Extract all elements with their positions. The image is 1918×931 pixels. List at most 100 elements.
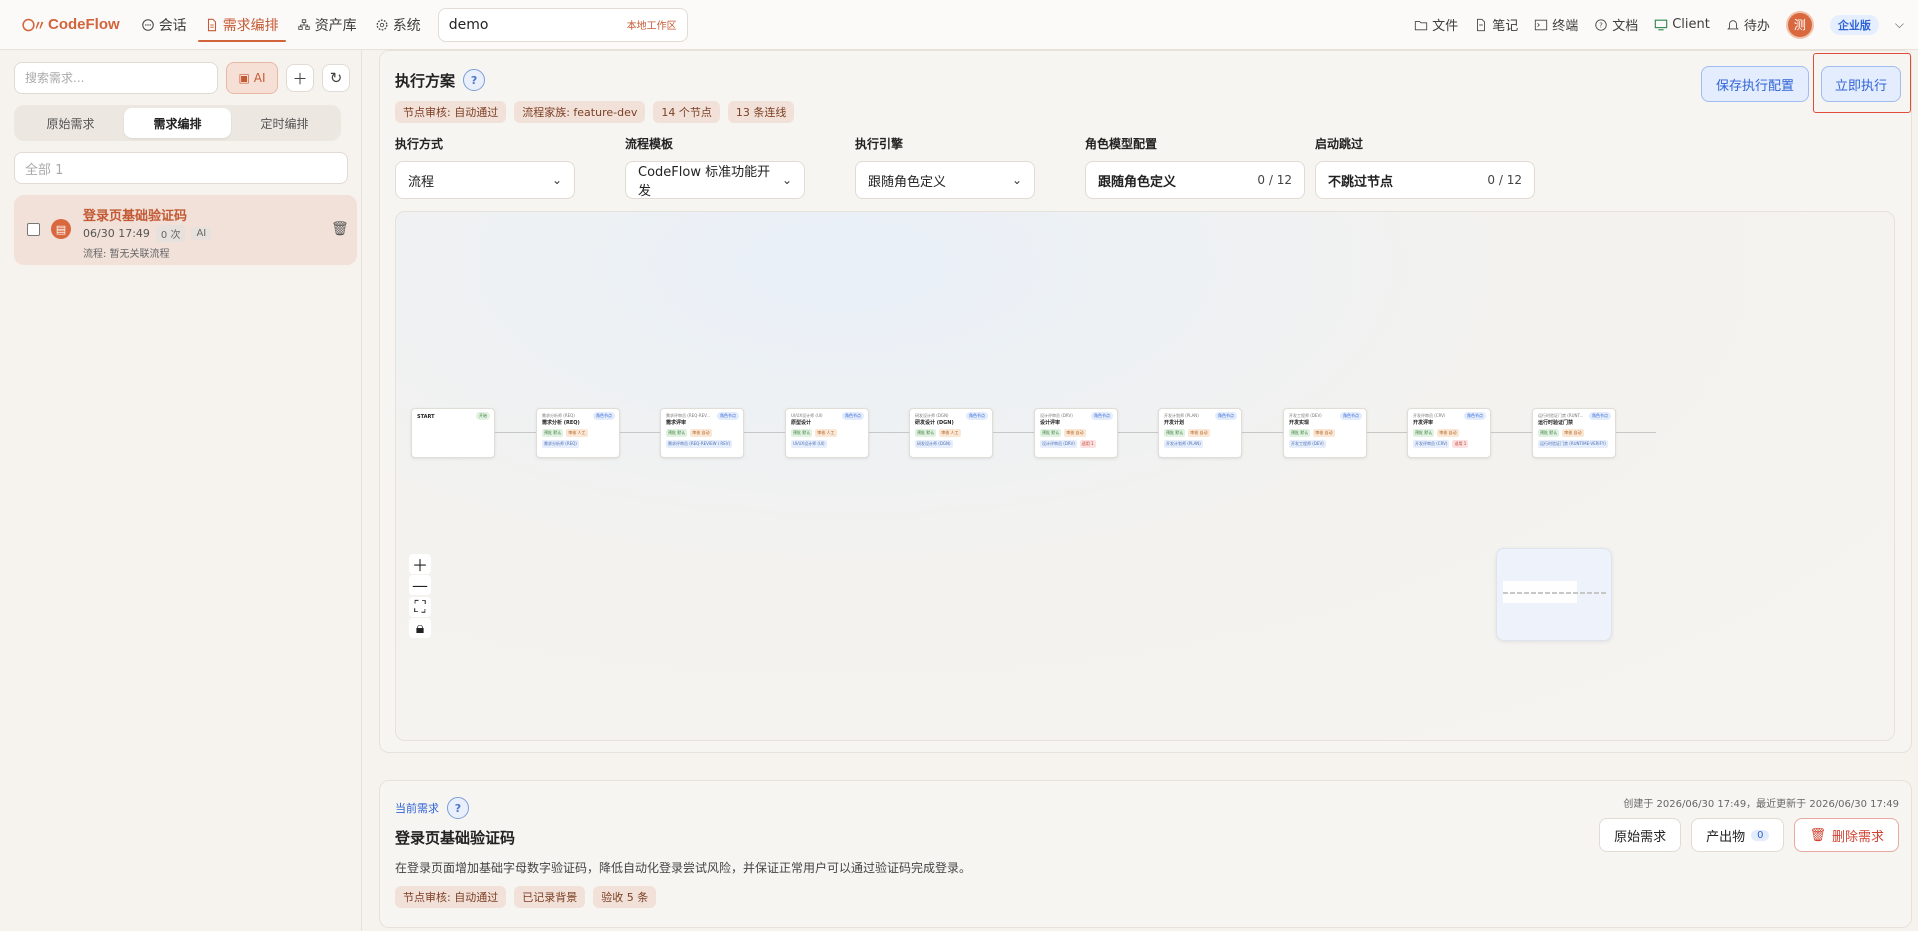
node-links: 运行时验证门禁 (RUNTIME-VERIFY) (1538, 440, 1608, 448)
outputs-button[interactable]: 产出物 0 (1691, 818, 1785, 852)
button-label: 产出物 (1706, 829, 1746, 845)
requirement-time: 06/30 17:49 (83, 227, 150, 240)
flow-node[interactable]: 开发计划师 (PLAN) 角色节点 开发计划 预批 默认 审核 自动 开发计划师 (PLA… (1158, 408, 1242, 458)
flow-node[interactable]: 需求分析师 (REQ) 角色节点 需求分析 (REQ) 预批 默认 审核 人工 需求分析师… (536, 408, 620, 458)
original-requirement-button[interactable]: 原始需求 (1599, 818, 1682, 852)
tool-notes[interactable]: 笔记 (1474, 15, 1518, 34)
node-chip: 预批 默认 (1413, 429, 1435, 437)
tool-client[interactable]: Client (1654, 17, 1710, 32)
engine-select[interactable]: 跟随角色定义 ⌄ (855, 161, 1035, 199)
mode-select[interactable]: 流程 ⌄ (395, 161, 575, 199)
tool-label: 文档 (1612, 19, 1639, 34)
plan-panel: 执行方案 ? 节点审核: 自动通过 流程家族: feature-dev 14 个… (379, 50, 1912, 753)
node-chip: 审核 人工 (939, 429, 961, 437)
node-title: 运行时验证门禁 (1538, 420, 1574, 426)
node-links: 需求评审员 (REQ-REVIEW / REV) (666, 440, 733, 448)
tag-background: 已记录背景 (514, 886, 586, 908)
plan-tags: 节点审核: 自动通过 流程家族: feature-dev 14 个节点 13 条… (395, 101, 795, 123)
node-chip: 审核 自动 (1562, 429, 1584, 437)
flow-node[interactable]: 运行时验证门禁 (RUNT... 角色节点 运行时验证门禁 预批 默认 审核 自动 运行时… (1532, 408, 1616, 458)
main-nav: 会话 需求编排 资产库 系统 (132, 0, 430, 50)
delete-requirement-button[interactable]: 🗑 删除需求 (1794, 818, 1899, 852)
node-link: 开发计划师 (PLAN) (1164, 440, 1203, 448)
node-title: 设计评审 (1040, 420, 1061, 426)
current-label-text: 当前需求 (395, 802, 439, 815)
save-config-button[interactable]: 保存执行配置 (1701, 66, 1809, 102)
config-role-model: 角色模型配置 跟随角色定义 0 / 12 (1085, 135, 1305, 199)
app-logo[interactable]: 〇〃 CodeFlow (22, 15, 120, 34)
node-link: 开发评审员 (CRV) (1413, 440, 1450, 448)
flow-node[interactable]: 需求评审员 (REQ-REV... 角色节点 需求评审 预批 默认 审核 自动 需求评审员… (660, 408, 744, 458)
filter-select[interactable]: 全部 1 (14, 152, 348, 184)
flow-edge (1242, 432, 1283, 433)
role-model-button[interactable]: 跟随角色定义 0 / 12 (1085, 161, 1305, 199)
node-chip: 审核 人工 (815, 429, 837, 437)
flow-edge (1118, 432, 1158, 433)
flow-node[interactable]: UI/UX设计师 (UI) 角色节点 原型设计 预批 默认 审核 人工 UI/UX设计师 … (785, 408, 869, 458)
zoom-out-icon[interactable]: — (409, 575, 431, 596)
tab-scheduled[interactable]: 定时编排 (231, 108, 338, 138)
monitor-icon (1654, 18, 1668, 32)
flow-edge (1491, 432, 1532, 433)
chevron-down-icon[interactable]: ⌵ (1895, 17, 1904, 32)
search-input[interactable] (14, 62, 218, 94)
flow-canvas[interactable]: 开始 START 需求分析师 (REQ) 角色节点 需求分析 (REQ) 预批 默认 审核 … (395, 211, 1895, 741)
nav-item-system[interactable]: 系统 (366, 0, 430, 50)
svg-text:?: ? (1599, 21, 1603, 29)
list-item[interactable]: ▤ 登录页基础验证码 06/30 17:49 0 次 AI 流程: 暂无关联流程… (14, 195, 357, 265)
node-badge: 角色节点 (1215, 412, 1237, 420)
tool-files[interactable]: 文件 (1414, 15, 1458, 34)
node-chips: 预批 默认 审核 人工 (542, 429, 588, 437)
ai-button[interactable]: ▣ AI (226, 62, 278, 94)
flow-edge (744, 432, 785, 433)
ai-badge: AI (191, 227, 212, 240)
node-chips: 预批 默认 审核 自动 (1538, 429, 1584, 437)
node-chip: 预批 默认 (1289, 429, 1311, 437)
requirement-meta: 06/30 17:49 0 次 AI (83, 225, 212, 242)
tool-label: 终端 (1552, 19, 1579, 34)
node-links: 开发工程师 (DEV) (1289, 440, 1326, 448)
flow-node[interactable]: 研发设计师 (DGN) 角色节点 研发设计 (DGN) 预批 默认 审核 人工 研发设计师… (909, 408, 993, 458)
skip-button[interactable]: 不跳过节点 0 / 12 (1315, 161, 1535, 199)
help-icon[interactable]: ? (447, 797, 469, 819)
workspace-selector[interactable]: demo 本地工作区 (437, 7, 688, 42)
node-badge: 开始 (476, 412, 490, 420)
run-now-button[interactable]: 立即执行 (1821, 66, 1901, 102)
lock-icon[interactable]: 🔒︎ (409, 617, 431, 638)
tool-docs[interactable]: ? 文档 (1594, 15, 1638, 34)
nav-item-chat[interactable]: 会话 (132, 0, 196, 50)
flow-node[interactable]: 开发评审员 (CRV) 角色节点 开发评审 预批 默认 审核 自动 开发评审员 (CRV)… (1407, 408, 1491, 458)
avatar[interactable]: 测 (1785, 10, 1814, 39)
node-chip: 预批 默认 (1164, 429, 1186, 437)
fit-view-icon[interactable]: ⛶ (409, 596, 431, 617)
tab-orchestration[interactable]: 需求编排 (124, 108, 231, 138)
node-links: 设计评审员 (DRV) 适用 1 (1040, 440, 1096, 448)
nav-item-assets[interactable]: 资产库 (288, 0, 366, 50)
flow-node-start[interactable]: 开始 START (411, 408, 495, 458)
tool-terminal[interactable]: 终端 (1534, 15, 1578, 34)
nav-item-orchestration[interactable]: 需求编排 (196, 0, 288, 50)
node-link: 设计评审员 (DRV) (1040, 440, 1077, 448)
add-button[interactable]: ＋ (286, 64, 314, 92)
config-mode: 执行方式 流程 ⌄ (395, 135, 575, 199)
help-icon[interactable]: ? (463, 69, 486, 91)
search-row: ▣ AI ＋ ↻ (14, 62, 350, 94)
config-label: 启动跳过 (1315, 137, 1364, 151)
trash-icon[interactable]: 🗑 (331, 221, 349, 237)
zoom-in-icon[interactable]: ＋ (409, 554, 431, 575)
flow-node[interactable]: 设计评审员 (DRV) 角色节点 设计评审 预批 默认 审核 自动 设计评审员 (DRV)… (1034, 408, 1118, 458)
template-select[interactable]: CodeFlow 标准功能开发 ⌄ (625, 161, 805, 199)
minimap[interactable] (1496, 548, 1612, 641)
timestamps: 创建于 2026/06/30 17:49，最近更新于 2026/06/30 17… (1623, 799, 1899, 810)
tab-original[interactable]: 原始需求 (17, 108, 124, 138)
node-badge: 角色节点 (966, 412, 988, 420)
output-count-badge: 0 (1751, 829, 1770, 841)
node-chips: 预批 默认 审核 自动 (1413, 429, 1459, 437)
refresh-button[interactable]: ↻ (322, 64, 350, 92)
node-links: UI/UX设计师 (UI) (791, 440, 827, 448)
flow-node[interactable]: 开发工程师 (DEV) 角色节点 开发实现 预批 默认 审核 自动 开发工程师 (DEV) (1283, 408, 1367, 458)
skip-count: 0 / 12 (1487, 173, 1522, 187)
select-checkbox[interactable] (27, 223, 40, 236)
tool-todo[interactable]: 待办 (1726, 15, 1770, 34)
current-actions: 原始需求 产出物 0 🗑 删除需求 (1599, 818, 1899, 852)
